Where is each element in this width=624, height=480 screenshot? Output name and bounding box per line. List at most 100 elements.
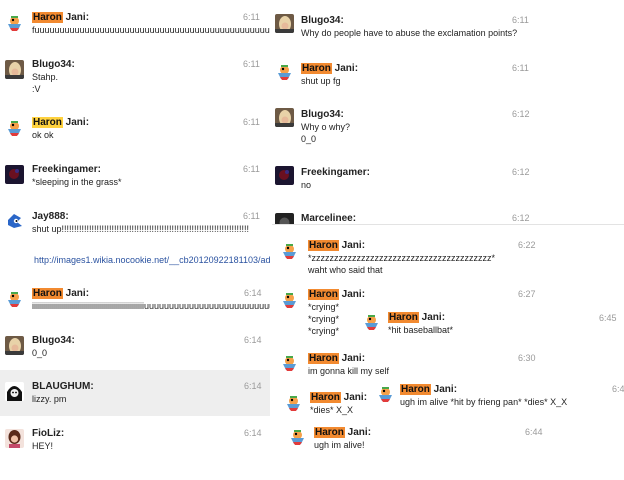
chat-message: BLAUGHUM: 6:14 lizzy. pm: [0, 377, 270, 417]
bird-avatar-icon[interactable]: [280, 241, 299, 260]
timestamp: 6:45: [599, 313, 617, 323]
message-text: no: [301, 180, 312, 190]
blonde-avatar-icon[interactable]: [275, 108, 294, 127]
message-text: *crying*: [308, 302, 340, 312]
bird-avatar-icon[interactable]: [275, 62, 294, 81]
message-text: 0_0: [301, 134, 317, 144]
username[interactable]: Haron Jani:: [314, 427, 371, 438]
chat-message: Freekingamer: 6:11 *sleeping in the gras…: [0, 160, 270, 200]
timestamp: 6:11: [512, 63, 529, 73]
username[interactable]: Haron Jani:: [32, 12, 89, 23]
chat-message: Haron Jani: 6:11 ok ok: [0, 113, 270, 153]
dark-avatar-icon[interactable]: [5, 165, 24, 184]
timestamp: 6:44: [525, 427, 543, 437]
timestamp: 6:11: [243, 211, 260, 221]
message-text: *sleeping in the grass*: [32, 177, 122, 187]
timestamp: 6:12: [512, 213, 530, 223]
sonic-avatar-icon[interactable]: [5, 212, 24, 231]
message-text: :V: [32, 84, 41, 94]
blonde-avatar-icon[interactable]: [5, 60, 24, 79]
username[interactable]: Blugo34:: [32, 59, 75, 70]
chat-message-overlay: Haron Jani: 6:45 *hit baseballbat*: [358, 308, 624, 342]
username[interactable]: Freekingamer:: [32, 164, 101, 175]
bird-avatar-icon[interactable]: [280, 353, 299, 372]
message-text: *hit baseballbat*: [388, 325, 454, 335]
bird-avatar-icon[interactable]: [284, 393, 303, 412]
chat-message: Blugo34: 6:12 Why o why? 0_0: [270, 104, 536, 156]
username[interactable]: Haron Jani:: [400, 384, 457, 395]
message-text: Why o why?: [301, 122, 351, 132]
message-text: *crying*: [308, 314, 340, 324]
chat-message: Jay888: 6:11 shut up!!!!!!!!!!!!!!!!!!!!…: [0, 207, 270, 247]
chat-message: Marcelinee: 6:12: [270, 208, 536, 224]
username[interactable]: Blugo34:: [301, 15, 344, 26]
message-text: fuuuuuuuuuuuuuuuuuuuuuuuuuuuuuuuuuuuuuuu…: [32, 25, 270, 35]
chat-message: Haron Jani: 6:11 fuuuuuuuuuuuuuuuuuuuuuu…: [0, 8, 270, 48]
message-text: iiiiiiiiiiiiiiiiiiiiiiiiiiiiiiiiiiiiiiii…: [32, 301, 270, 311]
dark-avatar-icon[interactable]: [275, 166, 294, 185]
timestamp: 6:11: [243, 12, 260, 22]
bird-avatar-icon[interactable]: [5, 118, 24, 137]
right-bottom-chat-panel: Haron Jani: 6:22 *zzzzzzzzzzzzzzzzzzzzzz…: [272, 224, 624, 460]
chat-message-overlay: Haron Jani: 6:4 ugh im alive *hit by fri…: [372, 380, 624, 410]
bird-avatar-icon[interactable]: [288, 427, 307, 446]
right-top-chat-panel: Blugo34: 6:11 Why do people have to abus…: [270, 0, 536, 224]
blonde-avatar-icon[interactable]: [275, 14, 294, 33]
username[interactable]: FioLiz:: [32, 428, 64, 439]
username[interactable]: Haron Jani:: [301, 63, 358, 74]
chat-message: Blugo34: 6:14 0_0: [0, 331, 270, 371]
username[interactable]: Haron Jani:: [32, 117, 89, 128]
message-text: 0_0: [32, 348, 48, 358]
chat-message: Haron Jani: 6:11 shut up fg: [270, 58, 536, 98]
message-link[interactable]: http://images1.wikia.nocookie.net/__cb20…: [34, 254, 270, 266]
username[interactable]: Blugo34:: [32, 335, 75, 346]
message-text: ok ok: [32, 130, 54, 140]
timestamp: 6:27: [518, 289, 536, 299]
username[interactable]: Jay888:: [32, 211, 69, 222]
username[interactable]: Marcelinee:: [301, 213, 356, 224]
dark-avatar-icon[interactable]: [275, 213, 294, 224]
bw-avatar-icon[interactable]: [5, 382, 24, 401]
chat-message: Blugo34: 6:11 Stahp. :V: [0, 55, 270, 105]
message-text: lizzy. pm: [32, 394, 67, 404]
username[interactable]: Haron Jani:: [310, 392, 367, 403]
chat-message: FioLiz: 6:14 HEY!: [0, 424, 270, 464]
bird-avatar-icon[interactable]: [5, 13, 24, 32]
username[interactable]: Haron Jani:: [388, 312, 445, 323]
username[interactable]: Haron Jani:: [308, 240, 365, 251]
timestamp: 6:11: [243, 59, 260, 69]
bird-avatar-icon[interactable]: [376, 384, 395, 403]
message-text: Why do people have to abuse the exclamat…: [301, 28, 518, 38]
bird-avatar-icon[interactable]: [362, 312, 381, 331]
timestamp: 6:11: [243, 117, 260, 127]
message-text: im gonna kill my self: [308, 366, 390, 376]
message-text: HEY!: [32, 441, 54, 451]
chat-message: Freekingamer: 6:12 no: [270, 162, 536, 202]
message-text: ugh im alive *hit by frieng pan* *dies* …: [400, 397, 568, 407]
username[interactable]: Haron Jani:: [32, 288, 89, 299]
bird-avatar-icon[interactable]: [5, 289, 24, 308]
girl-avatar-icon[interactable]: [5, 429, 24, 448]
username[interactable]: BLAUGHUM:: [32, 381, 94, 392]
timestamp: 6:12: [512, 109, 530, 119]
message-text: Stahp.: [32, 72, 59, 82]
chat-message: Haron Jani: 6:30 im gonna kill my self: [272, 349, 624, 383]
chat-message: Haron Jani: 6:22 *zzzzzzzzzzzzzzzzzzzzzz…: [272, 236, 624, 280]
timestamp: 6:12: [512, 167, 530, 177]
username[interactable]: Haron Jani:: [308, 353, 365, 364]
timestamp: 6:14: [244, 335, 262, 345]
username[interactable]: Blugo34:: [301, 109, 344, 120]
blonde-avatar-icon[interactable]: [5, 336, 24, 355]
left-chat-panel: Haron Jani: 6:11 fuuuuuuuuuuuuuuuuuuuuuu…: [0, 0, 270, 480]
chat-message: Blugo34: 6:11 Why do people have to abus…: [270, 10, 536, 50]
message-text: *dies* X_X: [310, 405, 354, 415]
message-text: ugh im alive!: [314, 440, 365, 450]
message-text: waht who said that: [308, 265, 383, 275]
message-text: *crying*: [308, 326, 340, 336]
timestamp: 6:14: [244, 381, 262, 391]
chat-message: http://images1.wikia.nocookie.net/__cb20…: [0, 252, 270, 266]
divider: [272, 224, 624, 225]
username[interactable]: Freekingamer:: [301, 167, 370, 178]
username[interactable]: Haron Jani:: [308, 289, 365, 300]
bird-avatar-icon[interactable]: [280, 290, 299, 309]
